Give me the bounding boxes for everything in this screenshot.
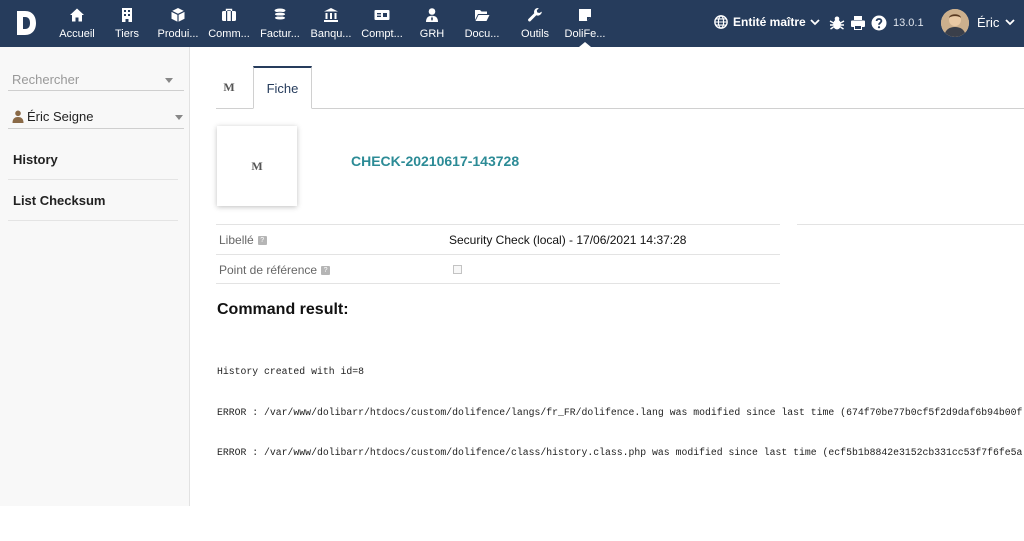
tab-fiche[interactable]: Fiche (253, 66, 312, 109)
field-label-text: Libellé (219, 233, 254, 247)
bank-icon (324, 8, 338, 22)
sidebar-link-history[interactable]: History (8, 140, 178, 180)
briefcase-icon (222, 8, 236, 21)
wrench-icon (528, 8, 542, 22)
folder-open-icon (475, 10, 490, 21)
left-sidebar: Rechercher Éric Seigne History List Chec… (0, 47, 190, 506)
top-navbar: Accueil Tiers Produi... Comm... Factur..… (0, 0, 1024, 47)
entity-label: Entité maître (733, 15, 806, 29)
money-bill-icon (374, 10, 390, 20)
record-fields-table: Libellé? Security Check (local) - 17/06/… (216, 224, 780, 284)
menu-commercial[interactable]: Comm... (206, 0, 252, 47)
field-row-point-de-reference: Point de référence? (216, 254, 780, 284)
help-circle-icon[interactable] (871, 15, 887, 31)
user-tie-icon (426, 8, 438, 22)
printer-icon[interactable] (850, 15, 866, 31)
chevron-down-icon[interactable] (1005, 19, 1015, 26)
menu-label: GRH (419, 28, 445, 40)
user-photo-icon (941, 9, 969, 37)
avatar[interactable] (941, 9, 969, 37)
divider (797, 224, 1024, 225)
command-output: History created with id=8 ERROR : /var/w… (217, 338, 1024, 473)
output-line: ERROR : /var/www/dolibarr/htdocs/custom/… (217, 447, 1023, 458)
menu-label: Factur... (260, 28, 300, 40)
field-row-libelle: Libellé? Security Check (local) - 17/06/… (216, 224, 780, 254)
menu-tools[interactable]: Outils (518, 0, 552, 47)
help-icon[interactable]: ? (321, 266, 331, 276)
chevron-down-icon (810, 18, 820, 25)
search-placeholder: Rechercher (12, 72, 80, 87)
menu-thirdparties[interactable]: Tiers (112, 0, 142, 47)
sidebar-link-label: List Checksum (13, 193, 106, 208)
menu-label: Tiers (114, 28, 140, 40)
user-select-value: Éric Seigne (27, 109, 94, 124)
menu-label: Docu... (464, 28, 500, 40)
caret-down-icon (175, 115, 183, 120)
tab-bar: M Fiche (216, 66, 1024, 109)
record-reference: CHECK-20210617-143728 (351, 153, 520, 169)
tab-label: Fiche (266, 81, 299, 96)
home-icon (70, 8, 84, 22)
menu-dolifence[interactable]: DoliFe... (562, 0, 608, 47)
user-menu-name[interactable]: Éric (977, 15, 999, 30)
tab-module-logo[interactable]: M (216, 66, 242, 109)
field-value: Security Check (local) - 17/06/2021 14:3… (449, 233, 687, 247)
menu-billing[interactable]: Factur... (256, 0, 304, 47)
dolibarr-logo[interactable] (14, 9, 38, 37)
help-icon[interactable]: ? (257, 236, 267, 246)
menu-bank[interactable]: Banqu... (308, 0, 354, 47)
field-label-text: Point de référence (219, 263, 318, 277)
menu-label: Outils (520, 28, 550, 40)
menu-products[interactable]: Produi... (154, 0, 202, 47)
output-line: History created with id=8 (217, 366, 364, 377)
sticky-note-icon (579, 9, 591, 21)
caret-down-icon (165, 78, 173, 83)
command-result-title: Command result: (217, 301, 349, 318)
field-label: Libellé? (219, 233, 267, 247)
menu-label: Banqu... (310, 28, 352, 40)
bug-icon[interactable] (829, 15, 845, 31)
user-select[interactable]: Éric Seigne (8, 105, 184, 129)
menu-label: DoliFe... (564, 28, 606, 40)
menu-label: Compt... (361, 28, 403, 40)
cube-icon (171, 8, 185, 22)
sidebar-link-label: History (13, 152, 58, 167)
sidebar-link-list-checksum[interactable]: List Checksum (8, 181, 178, 221)
version-label: 13.0.1 (893, 17, 924, 29)
menu-label: Produi... (157, 28, 199, 40)
menu-accounting[interactable]: Compt... (358, 0, 406, 47)
entity-selector[interactable]: Entité maître (714, 15, 825, 29)
coins-icon (274, 8, 286, 21)
building-icon (122, 8, 132, 22)
reference-checkbox[interactable] (453, 265, 462, 274)
menu-home[interactable]: Accueil (58, 0, 96, 47)
field-label: Point de référence? (219, 263, 331, 277)
menu-label: Accueil (59, 28, 95, 40)
output-line: ERROR : /var/www/dolibarr/htdocs/custom/… (217, 406, 1023, 418)
menu-hrm[interactable]: GRH (418, 0, 446, 47)
user-icon (12, 110, 24, 123)
menu-documents[interactable]: Docu... (458, 0, 506, 47)
search-select[interactable]: Rechercher (8, 69, 184, 91)
globe-icon (714, 15, 728, 29)
record-logo-placeholder: M (217, 126, 297, 206)
menu-label: Comm... (208, 28, 250, 40)
